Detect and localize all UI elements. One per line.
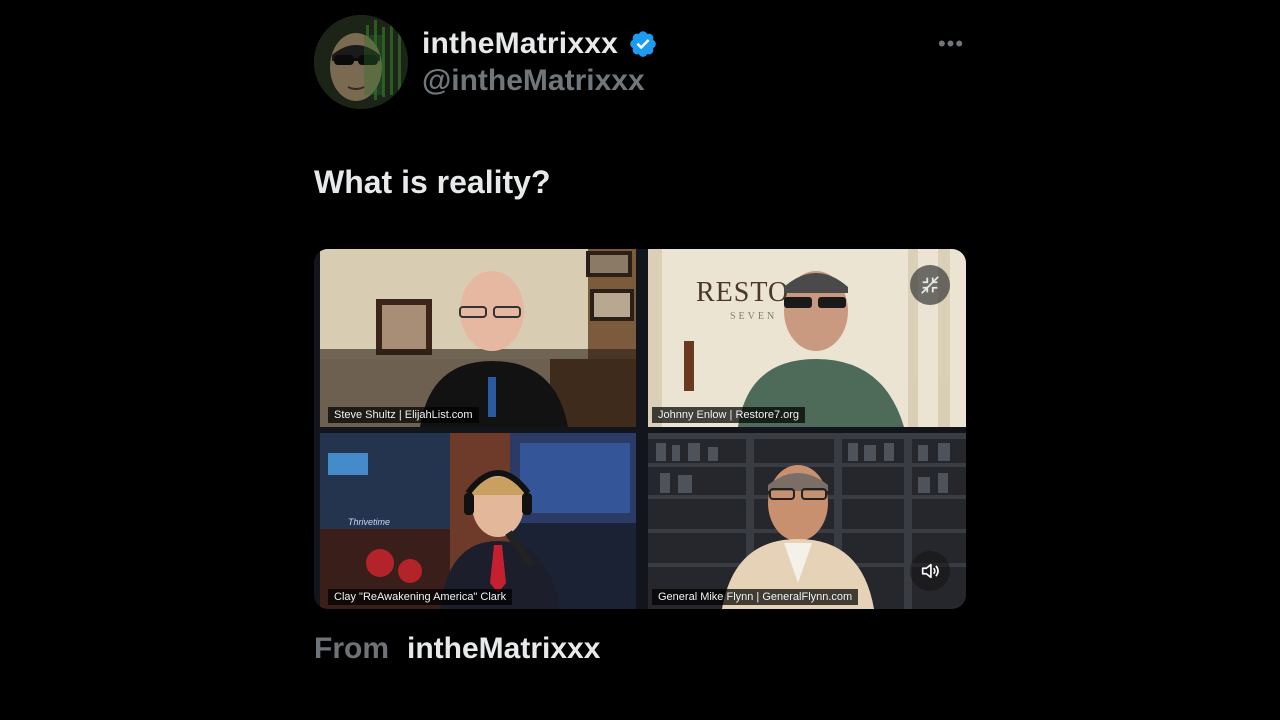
- tweet-screen: intheMatrixxx @intheMatrixxx ••• What is…: [0, 0, 1280, 720]
- speaker-label-2: Johnny Enlow | Restore7.org: [652, 407, 806, 423]
- fullscreen-exit-button[interactable]: [910, 265, 950, 305]
- verified-badge-icon: [630, 31, 656, 57]
- video-frame-3: Thrivetime: [320, 433, 636, 609]
- speaker-label-1: Steve Shultz | ElijahList.com: [328, 407, 479, 423]
- source-attribution: From intheMatrixxx: [314, 632, 600, 666]
- author-handle[interactable]: @intheMatrixxx: [422, 64, 645, 98]
- sound-toggle-button[interactable]: [910, 551, 950, 591]
- fullscreen-exit-icon: [921, 276, 939, 294]
- more-options-button[interactable]: •••: [936, 31, 966, 56]
- video-frame-1: [320, 249, 636, 427]
- author-display-name[interactable]: intheMatrixxx: [422, 27, 618, 61]
- video-player[interactable]: Steve Shultz | ElijahList.com RESTOR SEV…: [314, 249, 966, 609]
- from-label: From: [314, 632, 389, 665]
- svg-text:Thrivetime: Thrivetime: [348, 517, 390, 527]
- author-name-row[interactable]: intheMatrixxx: [422, 22, 658, 66]
- speaker-icon: [921, 563, 939, 579]
- video-tile-clay-clark: Thrivetime Clay "ReAwakening America" Cl…: [320, 433, 636, 609]
- tweet-text: What is reality?: [314, 164, 551, 200]
- author-avatar[interactable]: [314, 15, 408, 109]
- speaker-label-4: General Mike Flynn | GeneralFlynn.com: [652, 589, 859, 605]
- avatar-photo: [314, 15, 408, 109]
- more-options-icon: •••: [937, 31, 965, 56]
- from-author-link[interactable]: intheMatrixxx: [407, 632, 600, 666]
- video-tile-steve-shultz: Steve Shultz | ElijahList.com: [320, 249, 636, 427]
- svg-text:SEVEN: SEVEN: [730, 311, 777, 322]
- speaker-label-3: Clay "ReAwakening America" Clark: [328, 589, 513, 605]
